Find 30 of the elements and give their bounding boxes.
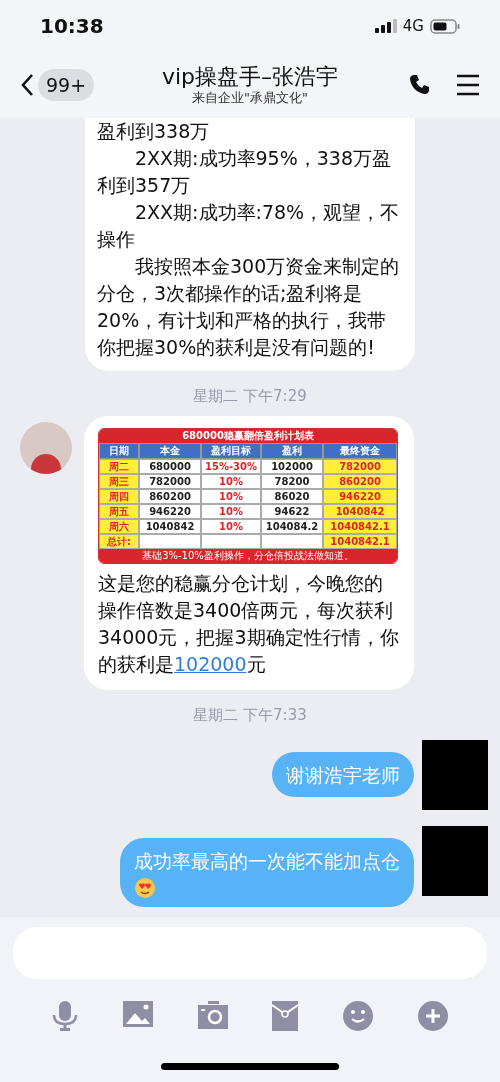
microphone-icon[interactable]: [52, 1001, 79, 1033]
smiley-icon[interactable]: [342, 1001, 373, 1031]
avatar-placeholder[interactable]: [20, 421, 72, 474]
message-text: 这是您的稳赢分仓计划，今晚您的操作倍数是3400倍两元，每次获利34000元，把握3期确定性行情，你的获利是102000元: [98, 570, 400, 677]
redacted-block: [422, 826, 488, 896]
back-icon[interactable]: [20, 73, 34, 97]
timestamp: 星期二 下午7:33: [193, 704, 307, 726]
phone-icon[interactable]: [408, 73, 432, 97]
number-link[interactable]: 102000: [174, 652, 247, 675]
envelope-icon[interactable]: [272, 1001, 299, 1031]
chat-subtitle: 来自企业"承鼎文化": [192, 90, 308, 106]
camera-icon[interactable]: [197, 1001, 228, 1029]
plus-icon[interactable]: [417, 1001, 448, 1031]
battery-icon: [430, 18, 460, 34]
redacted-block: [422, 740, 488, 810]
timestamp: 星期二 下午7:29: [193, 386, 307, 407]
network-label: 4G: [402, 15, 424, 37]
table-title: 680000稳赢翻倍盈利计划表: [99, 428, 397, 443]
signal-icon: [374, 19, 397, 33]
message-text: 谢谢浩宇老师: [286, 764, 400, 786]
message-text: 成功率最高的一次能不能加点仓: [134, 850, 400, 872]
chat-title: vip操盘手–张浩宇: [161, 64, 339, 90]
image-icon[interactable]: [123, 1001, 153, 1027]
unread-badge[interactable]: 99+: [38, 68, 95, 102]
menu-icon[interactable]: [456, 74, 480, 96]
message-text: 我按照本金300万资金来制定的分仓，3次都操作的话;盈利将是20%，有计划和严格的执行，我带你把握30%的获利是没有问题的!: [97, 254, 401, 360]
message-text: 2XX期:成功率:78%，观望，不操作: [97, 200, 401, 252]
message-text: 2XX期:成功率95%，338万盈利到357万: [97, 146, 393, 198]
status-time: 10:38: [40, 13, 104, 40]
message-text: 盈利到338万: [97, 119, 211, 144]
